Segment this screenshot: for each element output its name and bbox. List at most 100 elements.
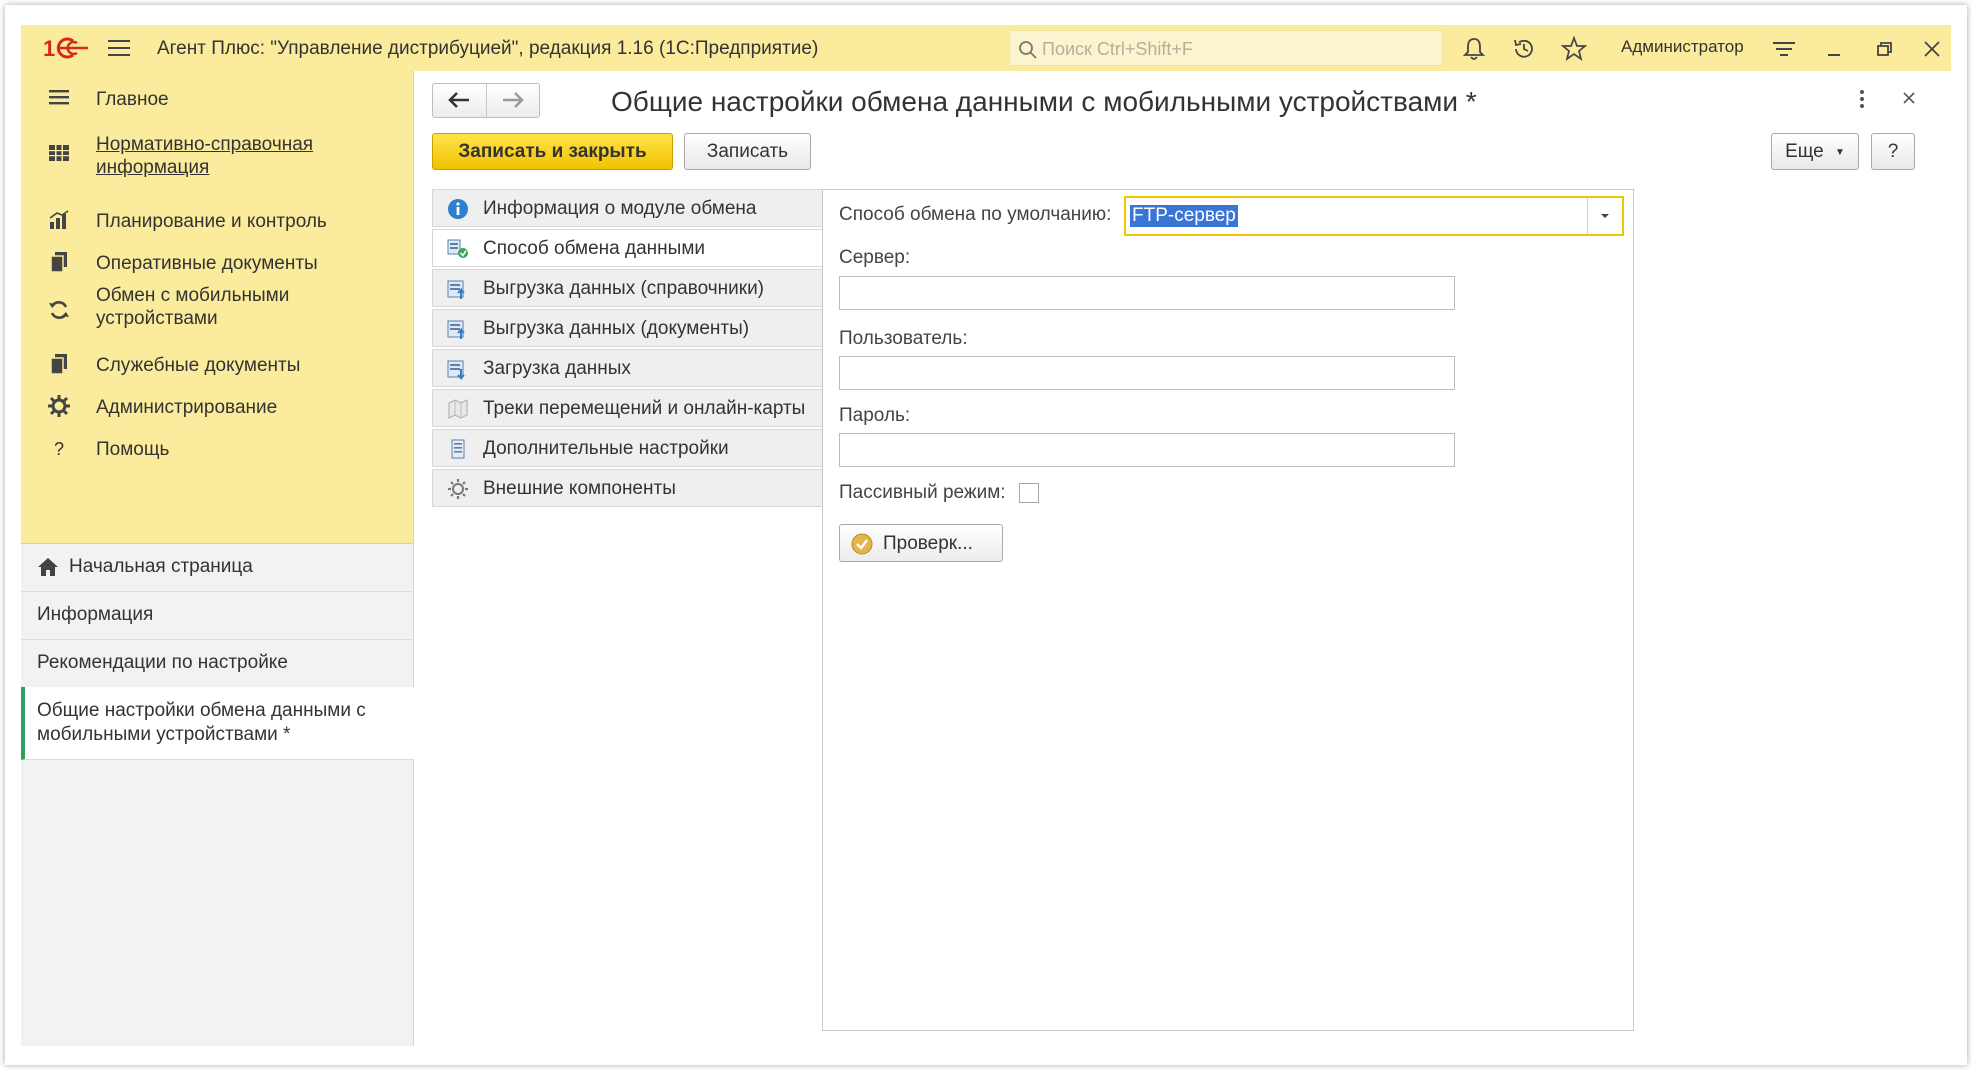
star-icon[interactable] (1561, 36, 1587, 62)
open-window-current[interactable]: Общие настройки обмена данными с мобильн… (21, 687, 414, 760)
open-window-info[interactable]: Информация (21, 591, 414, 640)
tab-label: Информация о модуле обмена (483, 198, 757, 219)
open-window-home[interactable]: Начальная страница (21, 543, 414, 592)
search-icon (1019, 41, 1037, 59)
open-window-label: Информация (37, 604, 154, 625)
main-menu: Главное Нормативно-справочная информация… (21, 71, 413, 544)
check-button-label: Проверк... (883, 533, 973, 554)
settings-list-icon (451, 439, 465, 459)
documents-icon (50, 354, 67, 375)
menu-item-planning[interactable]: Планирование и контроль (21, 200, 414, 240)
chevron-down-icon: ▼ (1835, 147, 1845, 158)
download-icon (447, 360, 465, 380)
minimize-icon[interactable] (1821, 36, 1847, 62)
default-method-label: Способ обмена по умолчанию: (839, 204, 1112, 225)
password-label: Пароль: (839, 405, 911, 426)
arrow-right-icon (503, 92, 524, 108)
help-button[interactable]: ? (1871, 133, 1915, 170)
forward-button[interactable] (487, 84, 540, 117)
gear-icon (48, 395, 70, 417)
home-icon (38, 558, 58, 576)
nav-buttons (432, 83, 540, 118)
form-title: Общие настройки обмена данными с мобильн… (611, 86, 1477, 117)
upload-icon (447, 280, 465, 299)
more-button-label: Еще (1785, 141, 1824, 162)
tab-label: Треки перемещений и онлайн-карты (483, 398, 806, 419)
menu-item-label: Помощь (96, 439, 170, 460)
sidebar: Главное Нормативно-справочная информация… (21, 71, 414, 1046)
username[interactable]: Администратор (1621, 37, 1744, 57)
search-box[interactable] (1009, 30, 1443, 67)
tab-additional-settings[interactable]: Дополнительные настройки (432, 429, 822, 467)
tab-page-exchange-method: Способ обмена по умолчанию: FTP-сервер С… (822, 189, 1634, 1031)
close-form-icon[interactable] (1900, 89, 1918, 107)
check-connection-button[interactable]: Проверк... (839, 524, 1003, 562)
menu-item-label: Оперативные документы (96, 253, 318, 274)
menu-item-service-docs[interactable]: Служебные документы (21, 344, 414, 384)
documents-icon (50, 252, 67, 273)
1c-logo-icon: 1 (43, 36, 88, 61)
password-input[interactable] (839, 433, 1455, 467)
restore-icon[interactable] (1871, 36, 1897, 62)
bell-icon[interactable] (1461, 36, 1487, 62)
dropdown-button[interactable] (1587, 198, 1622, 234)
default-method-select[interactable]: FTP-сервер (1124, 196, 1624, 236)
list-icon (49, 90, 69, 105)
passive-mode-checkbox[interactable] (1019, 483, 1039, 503)
form-area: Общие настройки обмена данными с мобильн… (414, 71, 1951, 1046)
tab-export-documents[interactable]: Выгрузка данных (документы) (432, 309, 822, 347)
tab-tracks-maps[interactable]: Треки перемещений и онлайн-карты (432, 389, 822, 427)
menu-item-operational-docs[interactable]: Оперативные документы (21, 242, 414, 282)
back-button[interactable] (433, 84, 486, 117)
server-input[interactable] (839, 276, 1455, 310)
open-window-label: Рекомендации по настройке (37, 652, 288, 673)
menu-item-reference-info[interactable]: Нормативно-справочная информация (21, 131, 414, 187)
tab-module-info[interactable]: Информация о модуле обмена (432, 189, 822, 227)
open-window-label: Начальная страница (69, 556, 253, 577)
menu-item-mobile-exchange[interactable]: Обмен с мобильными устройствами (21, 284, 414, 340)
svg-text:1: 1 (43, 36, 55, 61)
save-and-close-button[interactable]: Записать и закрыть (432, 133, 673, 170)
tab-export-catalogs[interactable]: Выгрузка данных (справочники) (432, 269, 822, 307)
tab-import-data[interactable]: Загрузка данных (432, 349, 822, 387)
info-icon (448, 199, 468, 219)
menu-item-label: Служебные документы (96, 355, 301, 376)
filter-menu-icon[interactable] (1771, 36, 1797, 62)
menu-item-label: Планирование и контроль (96, 211, 327, 232)
user-input[interactable] (839, 356, 1455, 390)
tab-label: Выгрузка данных (документы) (483, 318, 750, 339)
upload-icon (447, 320, 465, 339)
default-method-value: FTP-сервер (1130, 205, 1238, 227)
search-input[interactable] (1040, 31, 1434, 67)
more-actions-icon[interactable] (1855, 87, 1869, 111)
server-label: Сервер: (839, 247, 911, 268)
gear-icon (448, 479, 468, 499)
user-label: Пользователь: (839, 328, 968, 349)
open-window-label: Общие настройки обмена данными с мобильн… (37, 700, 366, 745)
menu-item-help[interactable]: ? Помощь (21, 428, 414, 468)
app-title: Агент Плюс: "Управление дистрибуцией", р… (157, 38, 819, 59)
menu-item-label: Администрирование (96, 397, 278, 418)
menu-item-administration[interactable]: Администрирование (21, 386, 414, 426)
close-window-icon[interactable] (1919, 36, 1945, 62)
menu-icon[interactable] (107, 37, 131, 59)
grid-icon (49, 145, 69, 161)
title-bar: 1 Агент Плюс: "Управление дистрибуцией",… (21, 25, 1951, 72)
sync-icon (49, 301, 69, 319)
save-button[interactable]: Записать (684, 133, 811, 170)
exchange-icon (447, 239, 468, 258)
tab-label: Способ обмена данными (483, 238, 705, 259)
tab-exchange-method[interactable]: Способ обмена данными (432, 229, 822, 267)
more-button[interactable]: Еще ▼ (1771, 133, 1859, 170)
map-icon (448, 399, 468, 419)
bar-chart-icon (49, 210, 69, 229)
history-icon[interactable] (1511, 36, 1537, 62)
check-circle-icon (851, 533, 873, 555)
question-icon: ? (54, 439, 64, 459)
tab-external-components[interactable]: Внешние компоненты (432, 469, 822, 507)
tab-label: Выгрузка данных (справочники) (483, 278, 765, 299)
menu-item-main[interactable]: Главное (21, 78, 414, 118)
menu-item-label: Нормативно-справочная информация (96, 134, 314, 178)
arrow-left-icon (448, 92, 469, 108)
open-window-recommendations[interactable]: Рекомендации по настройке (21, 639, 414, 688)
